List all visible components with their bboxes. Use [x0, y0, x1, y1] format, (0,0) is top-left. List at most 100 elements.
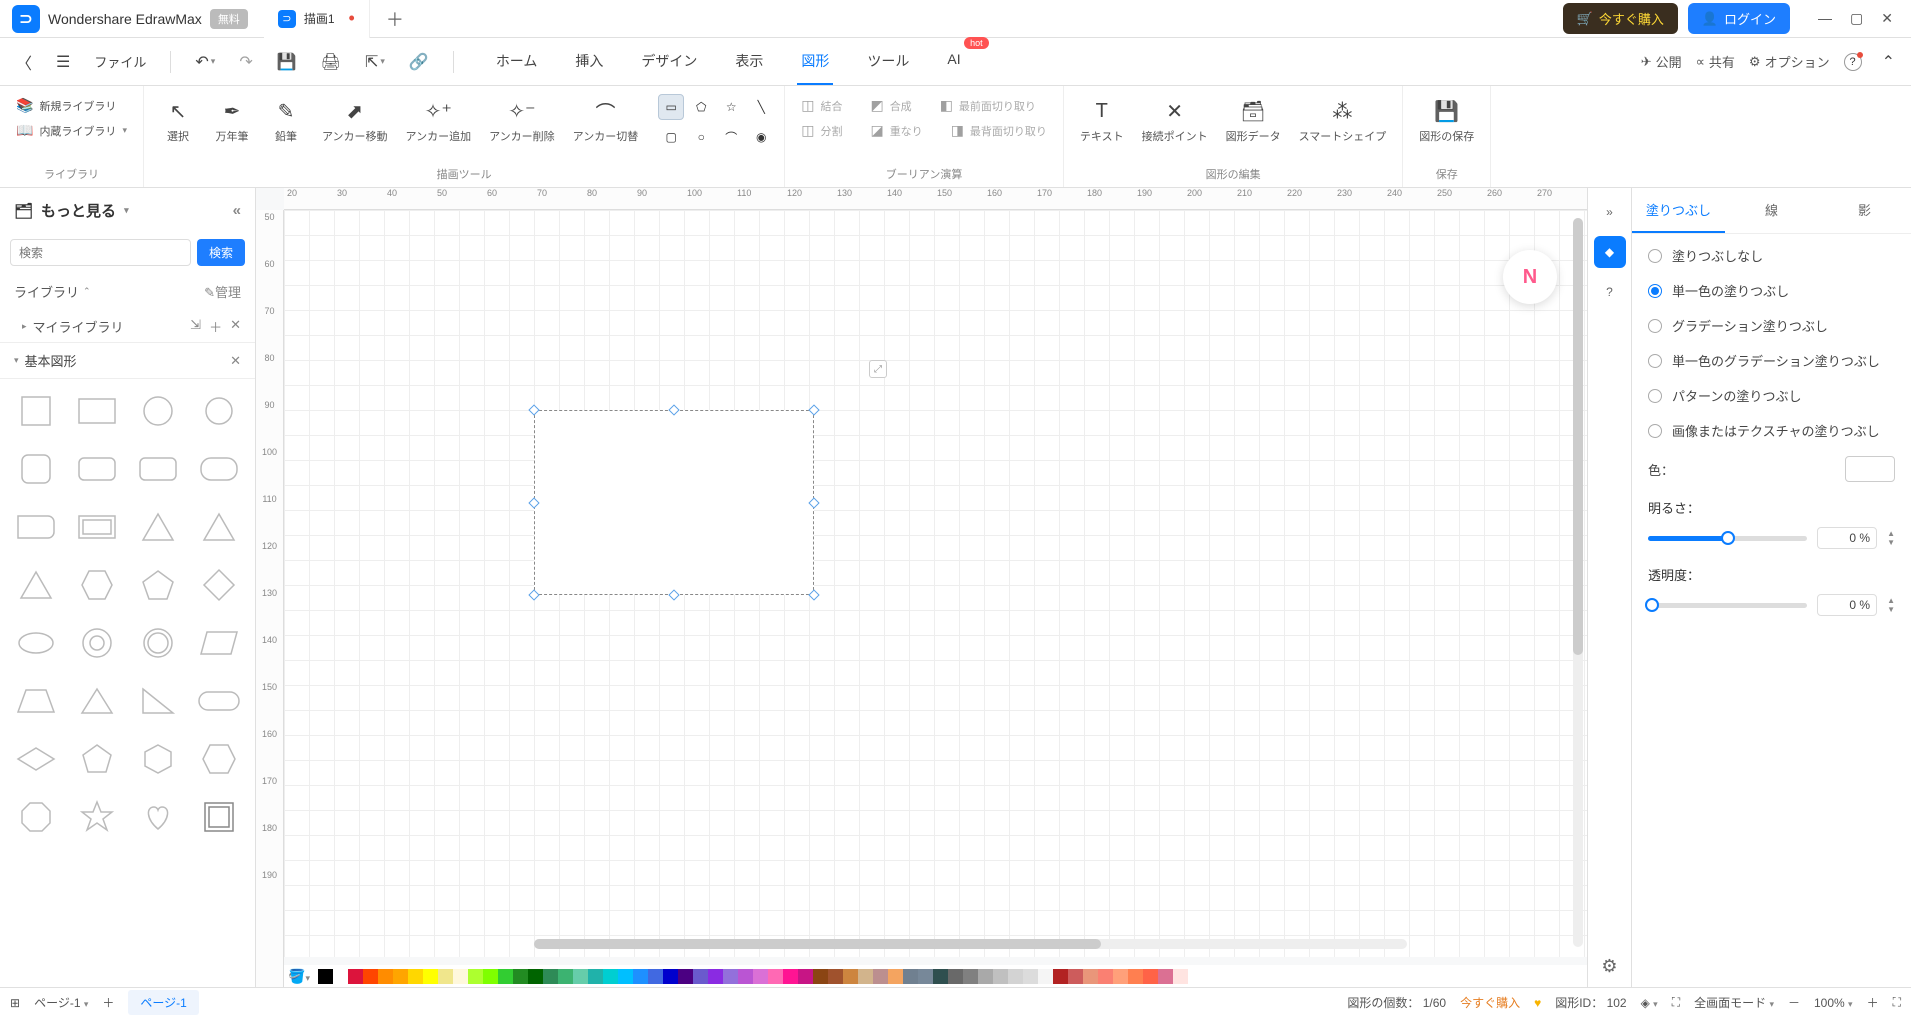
color-swatch[interactable] [663, 969, 678, 984]
file-menu[interactable]: ファイル [88, 48, 152, 75]
color-swatch[interactable] [1053, 969, 1068, 984]
color-swatch[interactable] [438, 969, 453, 984]
shape-triangle[interactable] [133, 503, 184, 551]
color-swatch[interactable] [1023, 969, 1038, 984]
library-section[interactable]: ライブラリ ⌃ ✎管理 [0, 272, 255, 311]
color-swatch[interactable] [603, 969, 618, 984]
menu-tools[interactable]: ツール [863, 39, 913, 85]
color-swatch[interactable] [573, 969, 588, 984]
color-swatch[interactable] [783, 969, 798, 984]
color-swatch[interactable] [483, 969, 498, 984]
shape-diamond2[interactable] [10, 735, 61, 783]
shape-donut[interactable] [71, 619, 122, 667]
color-swatch[interactable] [333, 969, 348, 984]
save-button[interactable]: 💾 [271, 48, 303, 76]
color-swatch[interactable] [858, 969, 873, 984]
shape-parallelogram[interactable] [194, 619, 245, 667]
color-swatch[interactable] [798, 969, 813, 984]
shape-triangle4[interactable] [71, 677, 122, 725]
shape-roundrect[interactable] [71, 445, 122, 493]
shape-frame[interactable] [71, 503, 122, 551]
color-swatch[interactable] [1113, 969, 1128, 984]
basic-shapes-category[interactable]: ▾基本図形 ✕ [0, 342, 255, 379]
menu-view[interactable]: 表示 [731, 39, 767, 85]
tool-pen[interactable]: ✒万年筆 [208, 94, 256, 148]
color-swatch[interactable] [1083, 969, 1098, 984]
fit-screen-icon[interactable]: ⛶ [1672, 995, 1680, 1010]
zoom-level[interactable]: 100% ▾ [1814, 996, 1853, 1010]
tab-line[interactable]: 線 [1725, 188, 1818, 233]
fill-option-pattern[interactable]: パターンの塗りつぶし [1648, 386, 1895, 405]
color-swatch[interactable] [1068, 969, 1083, 984]
color-swatch[interactable] [423, 969, 438, 984]
help-button[interactable]: ? [1844, 53, 1862, 71]
color-swatch[interactable] [693, 969, 708, 984]
back-button[interactable]: 〈 [10, 46, 38, 78]
page-dropdown[interactable]: ページ-1 ▾ [34, 994, 88, 1011]
color-swatch[interactable] [873, 969, 888, 984]
color-swatch[interactable] [378, 969, 393, 984]
shape-ellipse[interactable] [10, 619, 61, 667]
canvas-h-scrollbar[interactable] [534, 939, 1407, 949]
shape-roundsq[interactable] [10, 445, 61, 493]
zoom-out-button[interactable]: － [1788, 994, 1800, 1011]
remove-icon[interactable]: ✕ [230, 317, 241, 336]
color-swatch[interactable] [588, 969, 603, 984]
tab-fill[interactable]: 塗りつぶし [1632, 188, 1725, 233]
color-swatch[interactable] [888, 969, 903, 984]
tool-connection-point[interactable]: ✕接続ポイント [1136, 94, 1214, 148]
color-swatch[interactable] [963, 969, 978, 984]
color-swatch[interactable] [768, 969, 783, 984]
tool-shape-data[interactable]: 🗃図形データ [1220, 94, 1287, 148]
status-buy-link[interactable]: 今すぐ購入 [1460, 994, 1520, 1011]
shape-rect[interactable] [71, 387, 122, 435]
layers-icon[interactable]: ◈ ▾ [1641, 996, 1658, 1010]
color-swatch[interactable] [903, 969, 918, 984]
shape-roundrect3[interactable] [194, 445, 245, 493]
import-icon[interactable]: ⇲ [190, 317, 201, 336]
shape-octagon[interactable] [10, 793, 61, 841]
canvas-v-scrollbar[interactable] [1573, 218, 1583, 947]
shape-hexagon3[interactable] [194, 735, 245, 783]
shape-halfround[interactable] [10, 503, 61, 551]
color-swatch[interactable] [993, 969, 1008, 984]
color-swatch[interactable] [633, 969, 648, 984]
shape-circle[interactable] [133, 387, 184, 435]
shape-diamond[interactable] [194, 561, 245, 609]
save-shape-button[interactable]: 💾図形の保存 [1413, 94, 1480, 148]
shape-hexagon[interactable] [71, 561, 122, 609]
bool-split[interactable]: ◫分割 [795, 119, 848, 142]
color-swatch[interactable] [978, 969, 993, 984]
rail-fill-button[interactable]: ◆ [1594, 236, 1626, 268]
color-swatch[interactable] [843, 969, 858, 984]
color-swatch[interactable] [828, 969, 843, 984]
shape-hexagon2[interactable] [133, 735, 184, 783]
menu-shapes[interactable]: 図形 [797, 39, 833, 85]
expand-handle-icon[interactable]: ⤢ [869, 360, 887, 378]
shape-frame2[interactable] [194, 793, 245, 841]
canvas[interactable]: ⤢ N [284, 210, 1587, 957]
shape-right-triangle[interactable] [133, 677, 184, 725]
manage-library-button[interactable]: ✎管理 [204, 282, 241, 301]
opacity-value[interactable]: 0 % [1817, 594, 1877, 616]
shape-burst[interactable] [71, 793, 122, 841]
paint-bucket-icon[interactable]: 🪣▾ [288, 968, 318, 985]
tool-pencil[interactable]: ✎鉛筆 [262, 94, 310, 148]
share-button[interactable]: ∝ 共有 [1696, 52, 1735, 71]
color-swatch[interactable] [1098, 969, 1113, 984]
resize-handle-tm[interactable] [668, 404, 679, 415]
zoom-in-button[interactable]: ＋ [1867, 994, 1879, 1011]
shape-arc[interactable]: ⌒ [718, 124, 744, 150]
bool-combine[interactable]: ◫結合 [795, 94, 848, 117]
bool-merge[interactable]: ◩合成 [864, 94, 917, 117]
hamburger-menu-icon[interactable]: ☰ [50, 48, 76, 76]
color-swatch[interactable] [498, 969, 513, 984]
color-swatch[interactable] [1128, 969, 1143, 984]
resize-handle-bl[interactable] [528, 589, 539, 600]
color-swatch[interactable] [918, 969, 933, 984]
shape-heart[interactable] [133, 793, 184, 841]
new-library-button[interactable]: 📚新規ライブラリ [10, 94, 122, 117]
add-icon[interactable]: ＋ [209, 317, 222, 336]
color-swatch[interactable] [1143, 969, 1158, 984]
shape-donut2[interactable] [133, 619, 184, 667]
